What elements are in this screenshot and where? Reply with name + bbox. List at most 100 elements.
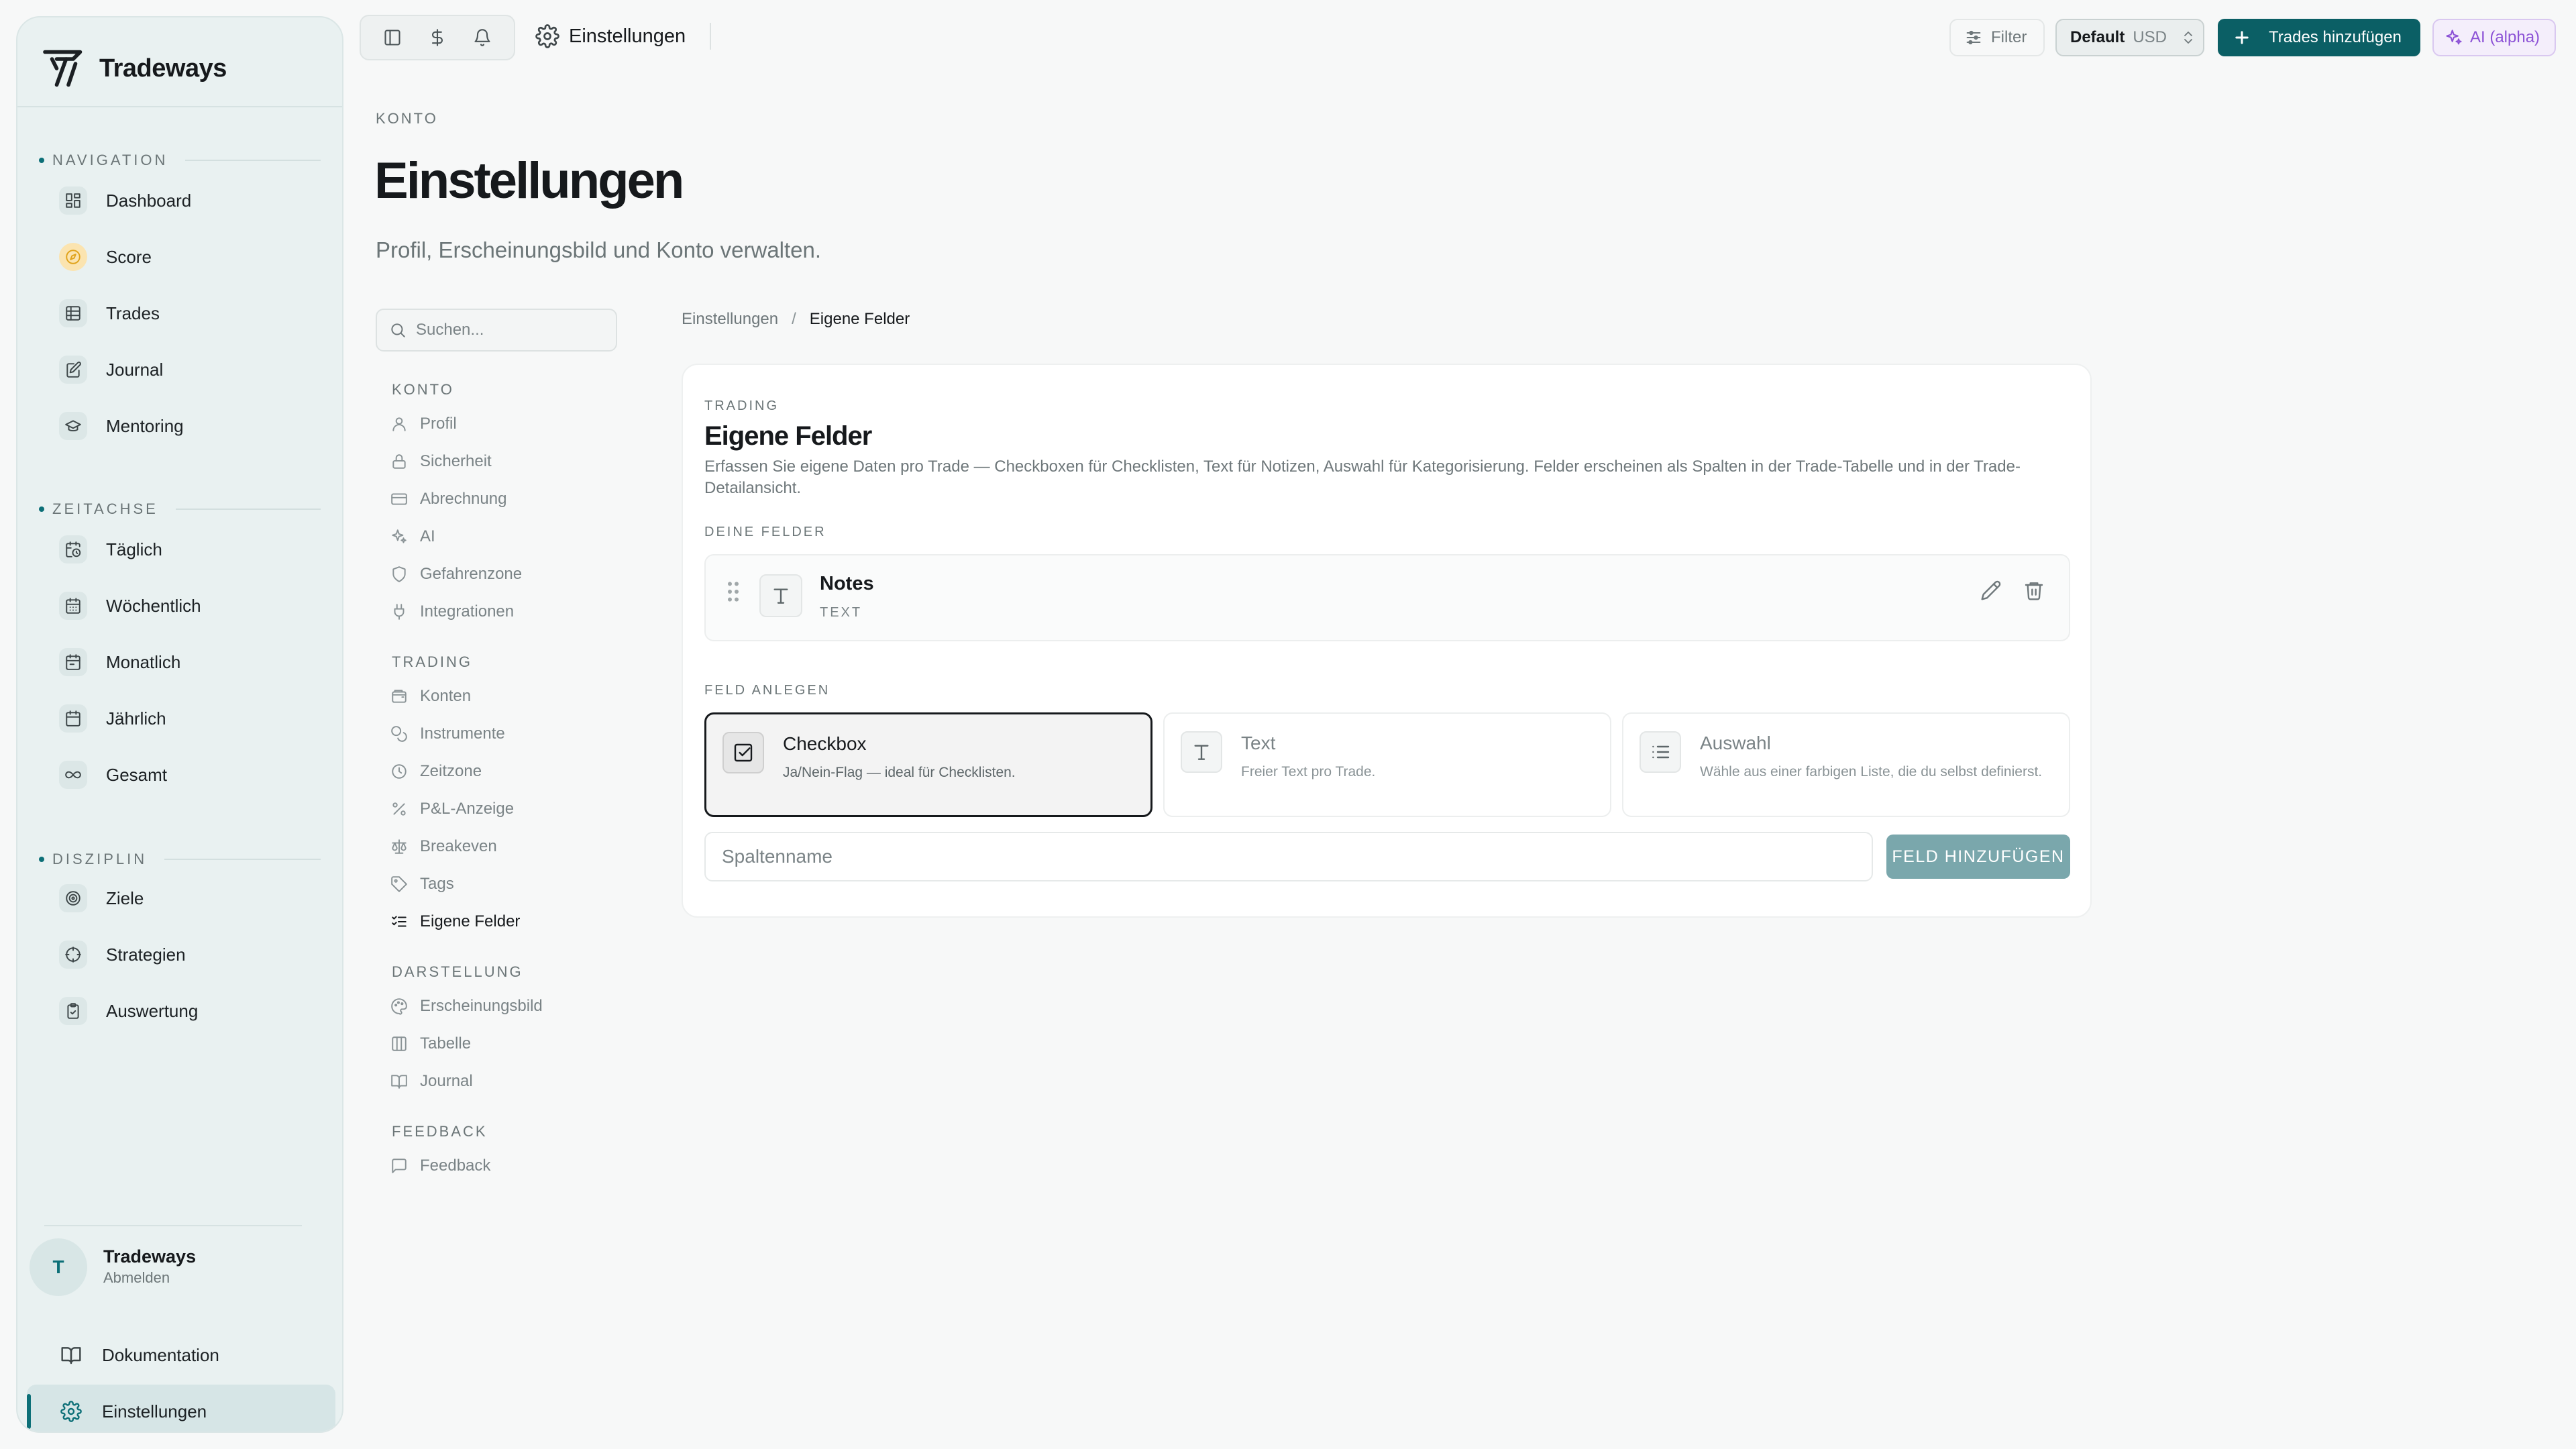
plus-icon	[2233, 28, 2251, 47]
settings-search[interactable]	[376, 309, 617, 352]
nav-item-score[interactable]: Score	[40, 232, 329, 282]
active-indicator	[27, 1394, 31, 1429]
nav-item-einstellungen[interactable]: Einstellungen	[27, 1385, 335, 1432]
edit-icon[interactable]	[1978, 577, 2004, 604]
subnav-item-integrationen[interactable]: Integrationen	[390, 597, 514, 627]
text-type-icon	[759, 574, 802, 617]
subnav-item-zeitzone[interactable]: Zeitzone	[390, 757, 482, 786]
subnav-label: Abrechnung	[420, 490, 507, 508]
breadcrumb: Einstellungen / Eigene Felder	[682, 310, 910, 329]
palette-icon	[390, 998, 408, 1015]
subnav-item-journal[interactable]: Journal	[390, 1067, 473, 1096]
subnav-item-erscheinungsbild[interactable]: Erscheinungsbild	[390, 991, 543, 1021]
subnav-item-pl-anzeige[interactable]: P&L-Anzeige	[390, 794, 514, 824]
logout-link[interactable]: Abmelden	[103, 1269, 170, 1287]
drag-handle-icon[interactable]	[723, 578, 743, 605]
subnav-item-sicherheit[interactable]: Sicherheit	[390, 447, 492, 476]
subnav-item-tabelle[interactable]: Tabelle	[390, 1029, 471, 1059]
calendar-icon	[59, 704, 87, 733]
type-option-auswahl[interactable]: Auswahl Wähle aus einer farbigen Liste, …	[1622, 712, 2070, 817]
nav-label: Auswertung	[106, 1000, 199, 1021]
option-description: Freier Text pro Trade.	[1241, 764, 1376, 780]
sliders-icon	[1964, 28, 1983, 47]
column-name-input[interactable]	[704, 832, 1873, 881]
nav-label: Score	[106, 246, 152, 267]
subnav-item-ai[interactable]: AI	[390, 522, 435, 551]
nav-item-monatlich[interactable]: Monatlich	[40, 637, 329, 687]
subnav-item-eigene-felder[interactable]: Eigene Felder	[390, 907, 520, 936]
nav-item-woechentlich[interactable]: Wöchentlich	[40, 581, 329, 631]
subnav-label: Konten	[420, 687, 472, 705]
subnav-label: Sicherheit	[420, 452, 492, 470]
add-field-button[interactable]: FELD HINZUFÜGEN	[1886, 835, 2070, 879]
subnav-label: Instrumente	[420, 724, 505, 743]
nav-item-jaehrlich[interactable]: Jährlich	[40, 694, 329, 743]
section-zeitachse: ZEITACHSE	[39, 500, 321, 518]
type-option-checkbox[interactable]: Checkbox Ja/Nein-Flag — ideal für Checkl…	[704, 712, 1152, 817]
avatar[interactable]: T	[30, 1238, 87, 1296]
account-select[interactable]: Default USD	[2055, 19, 2204, 56]
page-subtitle: Profil, Erscheinungsbild und Konto verwa…	[376, 237, 822, 262]
type-option-text[interactable]: Text Freier Text pro Trade.	[1163, 712, 1611, 817]
bell-icon[interactable]	[469, 24, 496, 51]
create-field-label: FELD ANLEGEN	[704, 683, 830, 698]
nav-label: Dokumentation	[102, 1344, 219, 1365]
sidebar-toggle-icon[interactable]	[379, 24, 406, 51]
subnav-item-feedback[interactable]: Feedback	[390, 1151, 490, 1181]
nav-label: Trades	[106, 303, 160, 323]
search-icon	[389, 321, 407, 339]
nav-item-gesamt[interactable]: Gesamt	[40, 750, 329, 800]
nav-item-strategien[interactable]: Strategien	[40, 930, 329, 979]
user-name: Tradeways	[103, 1246, 197, 1267]
divider	[17, 106, 342, 107]
nav-item-taeglich[interactable]: Täglich	[40, 525, 329, 574]
brand[interactable]: Tradeways	[40, 35, 227, 102]
nav-item-ziele[interactable]: Ziele	[40, 873, 329, 923]
card-title: Eigene Felder	[704, 421, 872, 451]
nav-item-auswertung[interactable]: Auswertung	[40, 986, 329, 1036]
nav-item-dashboard[interactable]: Dashboard	[40, 176, 329, 225]
account-currency: USD	[2133, 28, 2167, 46]
subnav-item-gefahrenzone[interactable]: Gefahrenzone	[390, 559, 522, 589]
trash-icon[interactable]	[2021, 577, 2047, 604]
text-type-icon	[1181, 731, 1222, 773]
nav-item-dokumentation[interactable]: Dokumentation	[27, 1328, 335, 1382]
filter-button[interactable]: Filter	[1949, 19, 2045, 56]
subnav-item-profil[interactable]: Profil	[390, 409, 457, 439]
clipboard-check-icon	[59, 997, 87, 1025]
nav-item-journal[interactable]: Journal	[40, 345, 329, 394]
nav-label: Monatlich	[106, 651, 181, 672]
subnav-item-instrumente[interactable]: Instrumente	[390, 719, 505, 749]
breadcrumb-parent[interactable]: Einstellungen	[682, 310, 778, 329]
dollar-icon[interactable]	[424, 24, 451, 51]
subnav-item-breakeven[interactable]: Breakeven	[390, 832, 497, 861]
search-input[interactable]	[416, 321, 604, 339]
subnav-item-konten[interactable]: Konten	[390, 682, 471, 711]
subnav-item-tags[interactable]: Tags	[390, 869, 454, 899]
subnav-label: Integrationen	[420, 602, 515, 621]
target-icon	[59, 884, 87, 912]
gear-icon	[58, 1398, 85, 1425]
card-eyebrow: TRADING	[704, 398, 779, 413]
divider	[710, 23, 711, 50]
breadcrumb-current: Eigene Felder	[809, 310, 910, 328]
nav-label: Gesamt	[106, 764, 168, 785]
ai-label: AI (alpha)	[2470, 28, 2540, 46]
ai-button[interactable]: AI (alpha)	[2432, 19, 2556, 56]
nav-item-mentoring[interactable]: Mentoring	[40, 401, 329, 451]
nav-label: Wöchentlich	[106, 595, 201, 616]
option-title: Checkbox	[783, 733, 867, 754]
subnav-label: Gefahrenzone	[420, 565, 523, 583]
breadcrumb-separator: /	[792, 310, 796, 328]
tradeways-logo-icon	[40, 45, 87, 92]
page-eyebrow: KONTO	[376, 110, 438, 127]
subnav-item-abrechnung[interactable]: Abrechnung	[390, 484, 506, 514]
subnav-label: AI	[420, 527, 435, 545]
subnav-label: Profil	[420, 415, 457, 433]
nav-item-trades[interactable]: Trades	[40, 288, 329, 338]
nav-label: Jährlich	[106, 708, 166, 729]
topbar-page-title: Einstellungen	[569, 25, 686, 47]
scale-icon	[390, 838, 408, 855]
your-fields-label: DEINE FELDER	[704, 525, 826, 539]
add-trades-button[interactable]: Trades hinzufügen	[2218, 19, 2420, 56]
